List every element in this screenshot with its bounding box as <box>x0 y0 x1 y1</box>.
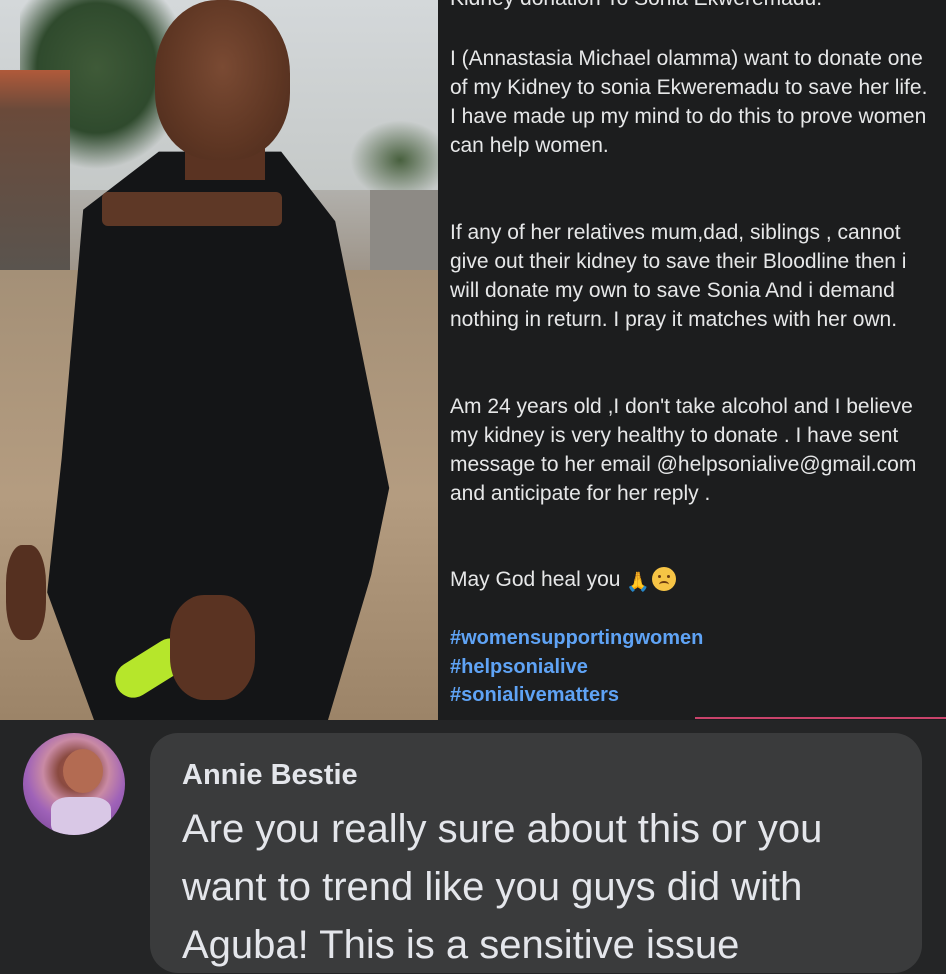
hashtag-link[interactable]: #sonialivematters <box>450 681 703 710</box>
comment-author[interactable]: Annie Bestie <box>182 759 358 792</box>
post-photo[interactable] <box>0 0 438 720</box>
photo-person-hand <box>6 545 46 640</box>
photo-house <box>0 70 70 270</box>
photo-wall <box>370 190 438 280</box>
praying-hands-icon: 🙏 <box>626 572 650 593</box>
hashtag-list: #womensupportingwomen #helpsonialive #so… <box>450 624 703 710</box>
avatar[interactable] <box>23 733 125 835</box>
hashtag-link[interactable]: #womensupportingwomen <box>450 624 703 653</box>
post-closing-text: May God heal you <box>450 568 621 591</box>
post-paragraph: Am 24 years old ,I don't take alcohol an… <box>450 395 917 505</box>
post-container: Kidney donation To Sonia Ekweremadu. I (… <box>0 0 946 720</box>
post-paragraph: If any of her relatives mum,dad, sibling… <box>450 221 907 331</box>
photo-dress-cutout <box>102 192 282 226</box>
post-paragraph: I (Annastasia Michael olamma) want to do… <box>450 47 928 157</box>
divider <box>695 717 946 719</box>
hashtag-link[interactable]: #helpsonialive <box>450 653 703 682</box>
sad-face-icon <box>651 567 676 591</box>
post-heading: Kidney donation To Sonia Ekweremadu. <box>450 0 940 13</box>
comment-text: Are you really sure about this or you wa… <box>182 807 823 967</box>
photo-person-hand <box>170 595 255 700</box>
photo-person-face <box>155 0 290 160</box>
photo-tree <box>350 120 438 200</box>
avatar-face <box>63 749 103 793</box>
avatar-clothing <box>51 797 111 835</box>
post-paragraph: May God heal you 🙏 <box>450 565 936 597</box>
